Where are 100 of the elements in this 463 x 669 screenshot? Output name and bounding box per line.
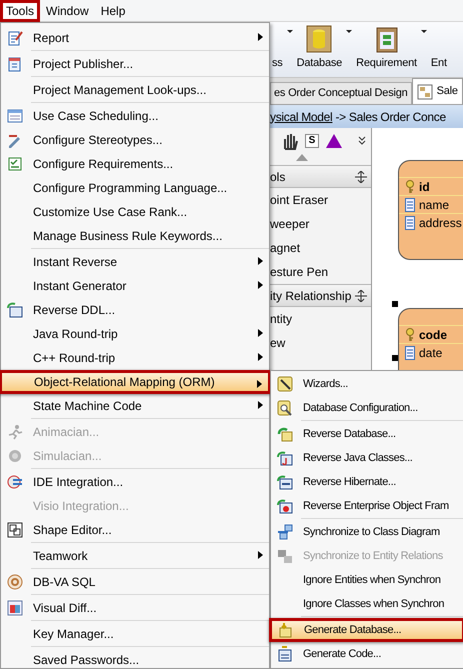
menu-item[interactable]: Java Round-trip — [1, 322, 269, 346]
move-icon[interactable] — [355, 290, 367, 302]
palette-item[interactable]: esture Pen — [270, 260, 371, 284]
magnifier-icon — [277, 400, 293, 416]
submenu-arrow-icon — [258, 329, 263, 337]
menu-item[interactable]: Reverse Enterprise Object Fram — [271, 494, 463, 518]
palette-group-header[interactable]: ols — [270, 165, 371, 188]
move-icon[interactable] — [355, 170, 367, 182]
breadcrumb-link[interactable]: ysical Model — [270, 108, 332, 126]
tab[interactable]: Sale — [412, 78, 463, 104]
menu-item[interactable]: Saved Passwords... — [1, 648, 269, 669]
menu-item[interactable]: Key Manager... — [1, 622, 269, 646]
menu-item[interactable]: Instant Reverse — [1, 250, 269, 274]
menu-item[interactable]: Synchronize to Class Diagram — [271, 520, 463, 544]
palette-item[interactable]: agnet — [270, 236, 371, 260]
submenu-arrow-icon — [257, 380, 262, 388]
toolbar-button[interactable]: Database — [294, 24, 344, 71]
menu-item[interactable]: Use Case Scheduling... — [1, 104, 269, 128]
palette-group-header[interactable]: ity Relationship — [270, 284, 371, 307]
entity-field: address — [419, 214, 462, 232]
pencil-icon — [7, 132, 23, 148]
key-icon — [405, 328, 415, 342]
document-arrow-icon — [277, 474, 293, 490]
tab[interactable]: es Order Conceptual Design — [270, 82, 412, 104]
menu-item[interactable]: Reverse Database... — [271, 422, 463, 446]
tool-button[interactable]: S — [305, 134, 319, 148]
toolbar-button[interactable]: Requirement — [354, 24, 419, 71]
toolbar-button[interactable]: Ent — [428, 52, 449, 71]
menu-item[interactable]: Customize Use Case Rank... — [1, 200, 269, 224]
shape-editor-icon — [7, 522, 23, 538]
breadcrumb-text: -> Sales Order Conce — [334, 108, 446, 126]
palette-item[interactable]: weeper — [270, 212, 371, 236]
menu-item[interactable]: Project Management Look-ups... — [1, 78, 269, 102]
menu-item[interactable]: Ignore Classes when Synchron — [271, 592, 463, 616]
clipboard-icon — [376, 24, 398, 52]
menu-item[interactable]: Ignore Entities when Synchron — [271, 568, 463, 592]
document-arrow-icon — [277, 646, 293, 662]
database-icon — [306, 24, 332, 52]
submenu-arrow-icon — [258, 551, 263, 559]
menu-item[interactable]: IDE Integration... — [1, 470, 269, 494]
menu-item[interactable]: Reverse DDL... — [1, 298, 269, 322]
selection-handle[interactable] — [392, 301, 398, 307]
palette-item[interactable]: oint Eraser — [270, 188, 371, 212]
window-icon — [7, 108, 23, 124]
menu-item[interactable]: Wizards... — [271, 372, 463, 396]
ring-icon — [7, 574, 23, 590]
entity-field: date — [419, 344, 442, 362]
menu-item[interactable]: Reverse Hibernate... — [271, 470, 463, 494]
menu-title[interactable]: Tools — [0, 0, 40, 22]
checklist-icon — [7, 156, 23, 172]
menu-item[interactable]: C++ Round-trip — [1, 346, 269, 370]
document-icon — [7, 56, 23, 72]
menu-item[interactable]: Visual Diff... — [1, 596, 269, 620]
menu-item[interactable]: Generate Code... — [271, 642, 463, 666]
entity-field: code — [419, 326, 448, 344]
toolbar-button[interactable]: ss — [270, 52, 285, 71]
menu-item[interactable]: Object-Relational Mapping (ORM) — [0, 370, 271, 394]
menu-item[interactable]: Teamwork — [1, 544, 269, 568]
menu-item[interactable]: Report — [1, 26, 269, 50]
entity-field: name — [419, 196, 450, 214]
running-figure-icon — [7, 424, 23, 440]
compare-document-icon — [7, 600, 23, 616]
document-arrow-icon — [277, 450, 293, 466]
menu-item[interactable]: Manage Business Rule Keywords... — [1, 224, 269, 248]
menu-item[interactable]: Database Configuration... — [271, 396, 463, 420]
entity-shape[interactable]: id name address — [398, 160, 463, 260]
column-icon — [405, 346, 415, 360]
submenu-arrow-icon — [258, 33, 263, 41]
dropdown-caret-icon[interactable] — [284, 29, 295, 35]
key-icon — [405, 180, 415, 194]
menu-item[interactable]: Instant Generator — [1, 274, 269, 298]
menu-title[interactable]: Window — [40, 0, 95, 22]
dropdown-caret-icon[interactable] — [344, 29, 354, 35]
menu-item[interactable]: DB-VA SQL — [1, 570, 269, 594]
column-icon — [405, 216, 415, 230]
collapse-triangle-icon[interactable] — [296, 154, 308, 161]
triangle-icon[interactable] — [324, 132, 344, 150]
menu-item[interactable]: Generate Database... — [269, 618, 463, 642]
double-chevron-icon[interactable] — [357, 136, 367, 146]
selection-handle[interactable] — [392, 355, 398, 361]
menu-item[interactable]: Reverse Java Classes... — [271, 446, 463, 470]
submenu-arrow-icon — [258, 257, 263, 265]
palette-item[interactable]: ntity — [270, 307, 371, 331]
document-pencil-icon — [7, 30, 23, 46]
dropdown-caret-icon[interactable] — [418, 29, 429, 35]
menu-item[interactable]: Project Publisher... — [1, 52, 269, 76]
submenu-arrow-icon — [258, 401, 263, 409]
palette-item[interactable]: ew — [270, 331, 371, 355]
menu-item[interactable]: Configure Programming Language... — [1, 176, 269, 200]
column-icon — [405, 198, 415, 212]
diagram-icon — [416, 84, 433, 100]
submenu-arrow-icon — [258, 281, 263, 289]
menu-item[interactable]: Configure Stereotypes... — [1, 128, 269, 152]
menu-title[interactable]: Help — [94, 0, 132, 22]
menu-item[interactable]: Shape Editor... — [1, 518, 269, 542]
menu-item[interactable]: Configure Requirements... — [1, 152, 269, 176]
document-arrow-icon — [7, 302, 23, 318]
document-arrow-icon — [277, 498, 293, 514]
menu-item[interactable]: State Machine Code — [1, 394, 269, 418]
entity-field: id — [419, 178, 430, 196]
